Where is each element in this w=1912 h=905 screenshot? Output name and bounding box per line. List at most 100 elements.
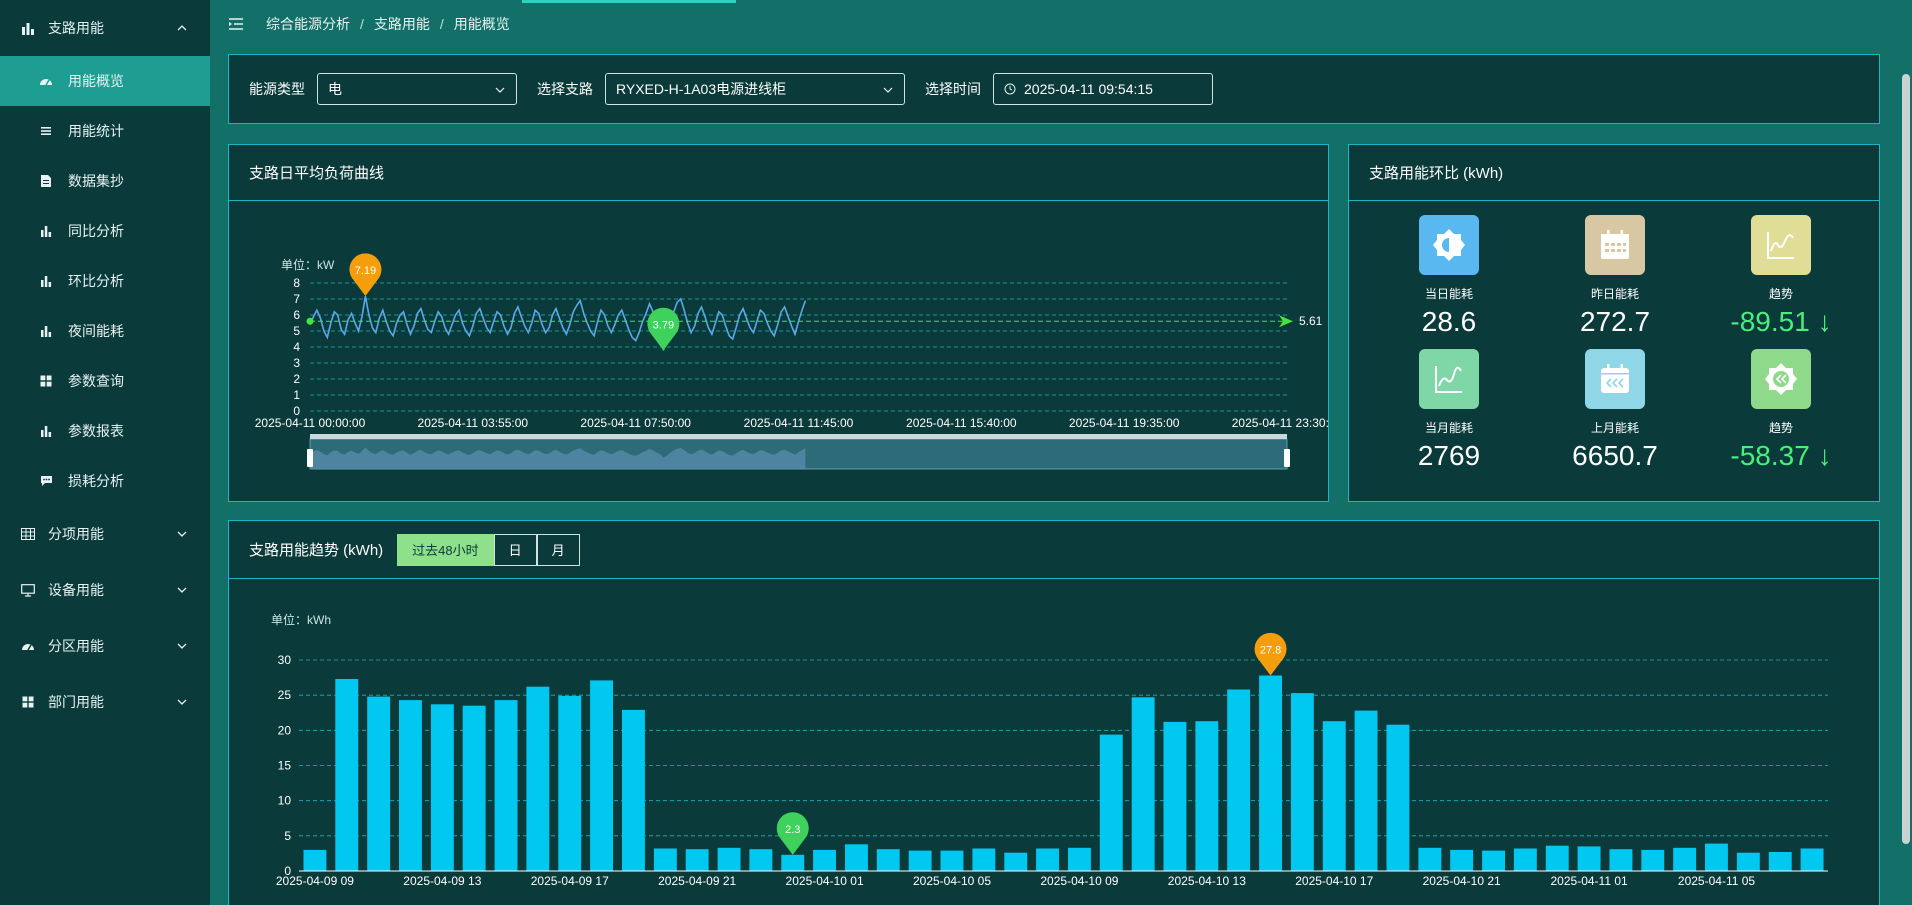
main-area: 综合能源分析 / 支路用能 / 用能概览 能源类型 电 选择支路 RYXED-H… (210, 0, 1912, 905)
sidebar-item-yoy-analysis[interactable]: 同比分析 (0, 206, 210, 256)
filter-bar: 能源类型 电 选择支路 RYXED-H-1A03电源进线柜 选择时间 2025-… (228, 54, 1880, 124)
stat-label: 当月能耗 (1424, 421, 1473, 435)
panel-title: 支路用能环比 (kWh) (1349, 145, 1879, 201)
x-tick-label: 2025-04-10 13 (1168, 874, 1246, 888)
sidebar-item-energy-stats[interactable]: 用能统计 (0, 106, 210, 156)
bar (1800, 848, 1824, 871)
bar (813, 849, 836, 871)
breadcrumb-item[interactable]: 支路用能 (374, 14, 430, 34)
gear-back-icon (1751, 349, 1811, 409)
menu-group-label: 分区用能 (48, 638, 104, 654)
panel-title: 支路用能趋势 (kWh) (249, 542, 384, 559)
y-tick-label: 4 (293, 340, 300, 354)
bar (1768, 852, 1792, 871)
y-tick-label: 20 (278, 723, 292, 737)
stat-value: -89.51 ↓ (1730, 306, 1832, 337)
menu-group-zone-energy[interactable]: 分区用能 (0, 618, 210, 674)
stat-label: 趋势 (1768, 287, 1793, 301)
breadcrumb-item[interactable]: 综合能源分析 (266, 14, 350, 34)
y-tick-label: 1 (293, 388, 300, 402)
sidebar-item-label: 参数报表 (68, 423, 124, 439)
y-tick-label: 7 (293, 292, 300, 306)
menu-group-device-energy[interactable]: 设备用能 (0, 562, 210, 618)
menu-group-label: 部门用能 (48, 694, 104, 710)
bar (367, 696, 391, 871)
time-picker[interactable]: 2025-04-11 09:54:15 (993, 73, 1213, 105)
sidebar-item-param-query[interactable]: 参数查询 (0, 356, 210, 406)
monitor-icon (20, 582, 36, 598)
stat-month-energy: 当月能耗 2769 (1369, 349, 1529, 472)
submenu-branch-energy: 用能概览 用能统计 数据集抄 同比分析 环比分析 夜间能耗 参数查询 参数报表 … (0, 56, 210, 506)
min-marker-label: 2.3 (785, 824, 800, 836)
sidebar-item-loss-analysis[interactable]: 损耗分析 (0, 456, 210, 506)
x-tick-label: 2025-04-11 11:45:00 (744, 416, 854, 430)
list-icon (38, 123, 54, 139)
tab-month[interactable]: 月 (536, 533, 580, 566)
tab-day[interactable]: 日 (493, 533, 537, 566)
apps-icon (20, 694, 36, 710)
menu-group-label: 设备用能 (48, 582, 104, 598)
zoom-handle-right (1284, 449, 1290, 467)
bar (1577, 846, 1601, 871)
branch-label: 选择支路 (537, 81, 593, 97)
chevron-down-icon (177, 643, 187, 649)
bar-chart-icon (38, 423, 54, 439)
min-marker: 2.3 (776, 812, 809, 855)
tab-48h[interactable]: 过去48小时 (397, 533, 494, 566)
sidebar-item-label: 用能概览 (68, 73, 124, 89)
sidebar-item-data-collection[interactable]: 数据集抄 (0, 156, 210, 206)
stat-value: 28.6 (1421, 306, 1477, 337)
bar (526, 686, 550, 871)
stat-value: -58.37 ↓ (1730, 440, 1832, 471)
bar-chart-icon (38, 323, 54, 339)
bar (1705, 843, 1728, 871)
max-marker: 7.19 (349, 253, 382, 296)
x-tick-label: 2025-04-11 00:00:00 (255, 416, 366, 430)
bar (1545, 845, 1569, 871)
energy-type-select[interactable]: 电 (317, 73, 517, 105)
bar (558, 695, 582, 871)
menu-group-dept-energy[interactable]: 部门用能 (0, 674, 210, 730)
x-tick-label: 2025-04-10 09 (1040, 874, 1118, 888)
bar-chart-icon (38, 273, 54, 289)
x-tick-label: 2025-04-09 17 (531, 874, 609, 888)
bar (1322, 721, 1346, 871)
x-tick-label: 2025-04-10 01 (786, 874, 864, 888)
menu-group-label: 分项用能 (48, 526, 104, 542)
energy-type-label: 能源类型 (249, 81, 305, 97)
menu-group-branch-energy[interactable]: 支路用能 (0, 0, 210, 56)
y-tick-label: 5 (293, 324, 300, 338)
trend-icon (1419, 349, 1479, 409)
sidebar-item-energy-overview[interactable]: 用能概览 (0, 56, 210, 106)
bar (1195, 721, 1219, 871)
max-marker-label: 27.8 (1260, 644, 1281, 656)
apps-icon (38, 373, 54, 389)
stat-value: 272.7 (1579, 306, 1651, 337)
load-curve-panel: 支路日平均负荷曲线 单位：kW 0 1 2 3 4 5 6 7 8 2025-04-11 00:00… (228, 144, 1329, 502)
x-tick-label: 2025-04-11 07:50:00 (580, 416, 691, 430)
sidebar-item-night-energy[interactable]: 夜间能耗 (0, 306, 210, 356)
energy-trend-chart[interactable]: 单位：kWh0510152025302025-04-09 09 2025-04-0… (229, 579, 1879, 905)
menu-group-item-energy[interactable]: 分项用能 (0, 506, 210, 562)
menu-toggle-icon[interactable] (228, 17, 244, 31)
zoom-handle-left (307, 449, 313, 467)
load-curve-chart[interactable]: 单位：kW0123456782025-04-11 00:00:00 2025-04… (229, 201, 1328, 501)
stat-value: 2769 (1417, 440, 1481, 471)
branch-select[interactable]: RYXED-H-1A03电源进线柜 (605, 73, 905, 105)
bar (876, 849, 900, 871)
breadcrumb-separator: / (439, 16, 444, 32)
sidebar-item-param-report[interactable]: 参数报表 (0, 406, 210, 456)
x-tick-label: 2025-04-10 17 (1295, 874, 1373, 888)
bar (1736, 852, 1760, 871)
chevron-down-icon (177, 587, 187, 593)
stat-label: 当日能耗 (1424, 287, 1473, 301)
sidebar-item-mom-analysis[interactable]: 环比分析 (0, 256, 210, 306)
energy-type-value: 电 (328, 81, 342, 97)
chat-icon (38, 473, 54, 489)
stat-daily-trend: 趋势 -89.51 ↓ (1701, 215, 1861, 338)
y-tick-label: 10 (278, 794, 292, 808)
energy-ratio-panel: 支路用能环比 (kWh) 当日能耗 28.6 昨日能耗 272.7 趋势 -89… (1348, 144, 1880, 502)
scrollbar-thumb[interactable] (1902, 74, 1910, 844)
bar (1418, 847, 1442, 871)
bar (1036, 848, 1059, 871)
